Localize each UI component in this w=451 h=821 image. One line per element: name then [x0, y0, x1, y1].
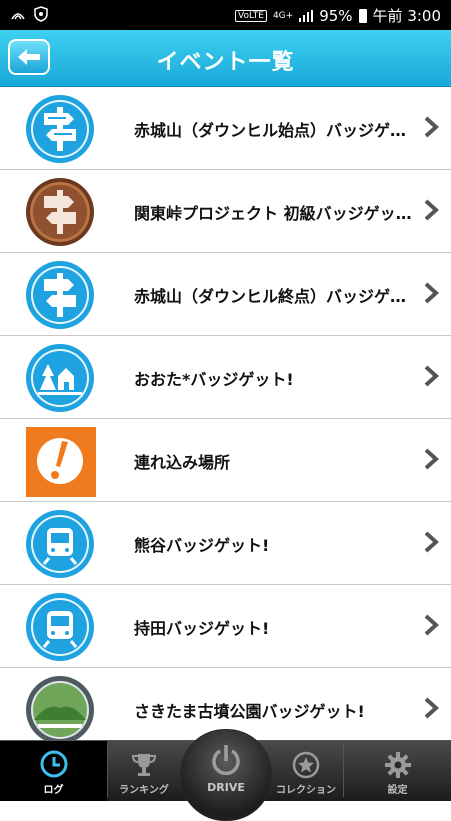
tab-log-label: ログ [43, 785, 64, 796]
event-label: 熊谷バッジゲット! [134, 536, 270, 555]
tab-settings-label: 設定 [387, 785, 408, 796]
tab-collection[interactable]: コレクション [270, 741, 342, 801]
park-badge-icon [24, 342, 96, 414]
road-sign-badge-icon [24, 93, 96, 165]
list-item[interactable]: おおた*バッジゲット! [0, 336, 451, 419]
battery-percent: 95% [319, 6, 353, 25]
tab-collection-label: コレクション [276, 785, 336, 796]
nfc-icon [10, 7, 26, 24]
drive-label: DRIVE [207, 781, 245, 794]
drive-button[interactable]: DRIVE [180, 729, 272, 821]
list-item[interactable]: 赤城山（ダウンヒル始点）バッジゲット！ [0, 87, 451, 170]
train-badge-icon [24, 508, 96, 580]
chevron-right-icon [424, 531, 439, 553]
page-title: イベント一覧 [156, 50, 295, 75]
road-sign-badge-icon [24, 259, 96, 331]
chevron-right-icon [424, 614, 439, 636]
signal-icon [299, 9, 314, 22]
train-badge-icon [24, 591, 96, 663]
trophy-icon [131, 754, 157, 776]
tab-settings[interactable]: 設定 [344, 741, 451, 801]
list-item[interactable]: 熊谷バッジゲット! [0, 502, 451, 585]
event-label: さきたま古墳公園バッジゲット! [134, 702, 365, 721]
clock: 午前 3:00 [372, 7, 441, 25]
tab-bar: ログ ランキング DRIVE コレクション 設定 [0, 729, 451, 821]
chevron-right-icon [424, 199, 439, 221]
event-label: 赤城山（ダウンヒル始点）バッジゲット！ [134, 121, 414, 140]
battery-icon [358, 8, 367, 23]
event-label: おおた*バッジゲット! [134, 370, 294, 389]
tab-log[interactable]: ログ [0, 741, 107, 801]
tab-ranking[interactable]: ランキング [108, 741, 180, 801]
network-indicator: 4G+ [272, 10, 294, 21]
shield-icon [34, 6, 48, 25]
chevron-right-icon [424, 116, 439, 138]
event-list[interactable]: 赤城山（ダウンヒル始点）バッジゲット！ 関東峠プロジェクト 初級バッジゲット！ … [0, 87, 451, 740]
exclamation-icon [24, 425, 96, 497]
list-item[interactable]: 連れ込み場所 [0, 419, 451, 502]
status-bar: VoLTE 4G+ 95% 午前 3:00 [0, 0, 451, 30]
chevron-right-icon [424, 448, 439, 470]
event-label: 持田バッジゲット! [134, 619, 270, 638]
list-item[interactable]: 持田バッジゲット! [0, 585, 451, 668]
chevron-right-icon [424, 282, 439, 304]
star-medal-icon [292, 751, 320, 779]
gear-icon [384, 752, 411, 778]
tumulus-badge-icon [24, 674, 96, 740]
event-label: 連れ込み場所 [134, 453, 231, 472]
list-item[interactable]: 関東峠プロジェクト 初級バッジゲット！ [0, 170, 451, 253]
chevron-right-icon [424, 697, 439, 719]
clock-icon [40, 750, 67, 778]
volte-indicator: VoLTE [235, 9, 267, 22]
header: イベント一覧 [0, 30, 451, 87]
tab-ranking-label: ランキング [119, 785, 169, 796]
event-label: 関東峠プロジェクト 初級バッジゲット！ [134, 204, 414, 223]
road-sign-bronze-badge-icon [24, 176, 96, 248]
power-icon [212, 745, 240, 776]
chevron-right-icon [424, 365, 439, 387]
list-item[interactable]: 赤城山（ダウンヒル終点）バッジゲット！ [0, 253, 451, 336]
event-label: 赤城山（ダウンヒル終点）バッジゲット！ [134, 287, 414, 306]
